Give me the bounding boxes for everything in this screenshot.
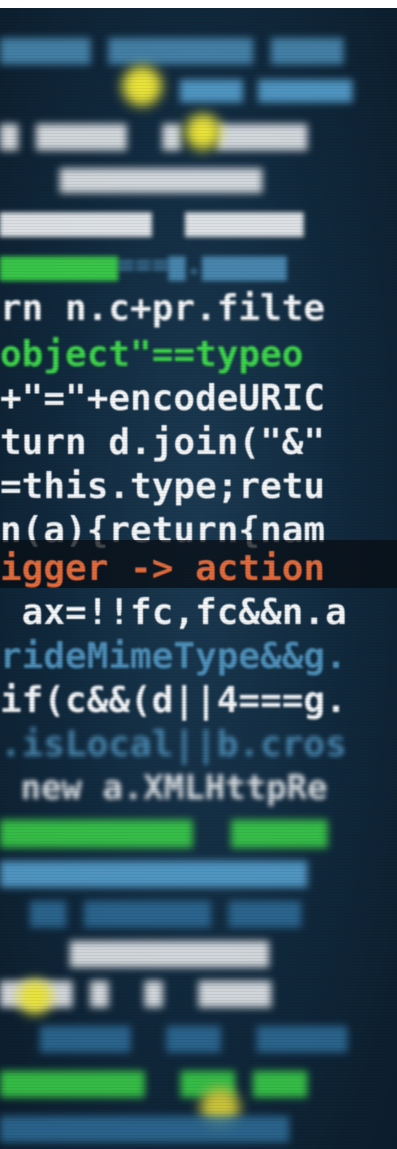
code-line: ax=!!fc,fc&&n.a — [0, 592, 347, 633]
code-text: .isLocal||b.cros — [0, 724, 347, 765]
code-text: ax=!!fc,fc&&n.a — [0, 592, 347, 633]
blurred-code-line: ▆▆▆▆▆▆▆▆▆ ▆▆▆▆▆▆▆ — [0, 204, 304, 237]
code-line: .isLocal||b.cros — [0, 724, 347, 765]
bokeh-light — [122, 66, 162, 106]
code-text: rideMimeType&&g. — [0, 636, 347, 677]
code-text: turn d.join("&" — [0, 422, 326, 463]
blurred-code-line: ▆▆▆▆▆ ▆▆▆ ▆▆▆▆▆ — [40, 1018, 348, 1053]
code-line: +"="+encodeURIC — [0, 378, 325, 419]
code-text: =this.type;retu — [0, 466, 326, 507]
code-line: turn d.join("&" — [0, 422, 325, 463]
code-text: if(c&&(d||4===g. — [0, 680, 347, 721]
code-line: =this.type;retu — [0, 466, 325, 507]
code-line: igger -> action — [0, 548, 325, 589]
blurred-code-line: ▆▆▆▆▆▆▆===▆.▆▆▆▆▆ — [0, 248, 287, 281]
blurred-code-line: ▆▆ ▆▆▆▆▆▆▆ ▆▆▆▆ — [30, 893, 301, 928]
code-screen-photo: ▆▆▆▆▆ ▆▆▆▆▆▆▆▆ ▆▆▆▆ ▆▆▆▆ ▆▆▆▆▆▆ ▆ ▆▆▆▆▆ … — [0, 8, 397, 1149]
code-text: +"="+encodeURIC — [0, 378, 326, 419]
blurred-code-line: ▆▆▆▆▆ ▆▆▆▆▆▆▆▆ ▆▆▆▆ — [0, 30, 344, 65]
code-line: object"==typeo — [0, 334, 303, 375]
code-line: rn n.c+pr.filte — [0, 288, 325, 329]
blurred-code-line: ▆▆▆▆▆▆▆▆▆▆▆▆▆▆▆▆ — [0, 1108, 289, 1143]
blurred-code-line: ▆ ▆▆▆▆▆ ▆ ▆▆▆▆▆ — [0, 116, 308, 151]
code-line: new a.XMLHttpRe — [0, 768, 328, 808]
bokeh-light — [18, 980, 52, 1014]
blurred-code-line: ▆▆▆▆▆▆▆▆▆▆ ▆▆▆▆▆ — [0, 810, 328, 848]
blurred-code-line: ▆▆▆▆▆▆▆▆ ▆▆▆ ▆▆▆ — [0, 1063, 308, 1098]
code-line: rideMimeType&&g. — [0, 636, 347, 677]
blurred-code-line: ▆▆▆▆▆▆▆▆▆▆▆▆ — [60, 160, 263, 193]
blurred-code-line: ▆▆▆▆▆▆▆▆▆▆▆▆▆▆▆▆▆ — [0, 853, 308, 888]
code-text: igger -> action — [0, 548, 326, 589]
code-line: if(c&&(d||4===g. — [0, 680, 347, 721]
photo-frame: ▆▆▆▆▆ ▆▆▆▆▆▆▆▆ ▆▆▆▆ ▆▆▆▆ ▆▆▆▆▆▆ ▆ ▆▆▆▆▆ … — [0, 0, 397, 1149]
code-text: new a.XMLHttpRe — [0, 768, 328, 808]
code-text: rn n.c+pr.filte — [0, 288, 326, 329]
bokeh-light — [185, 114, 221, 150]
code-text: object"==typeo — [0, 334, 304, 375]
blurred-code-line: ▆▆▆▆▆▆▆▆▆▆▆ — [70, 933, 269, 968]
blurred-code-line: ▆▆▆▆ ▆▆▆▆▆▆ — [180, 73, 353, 103]
